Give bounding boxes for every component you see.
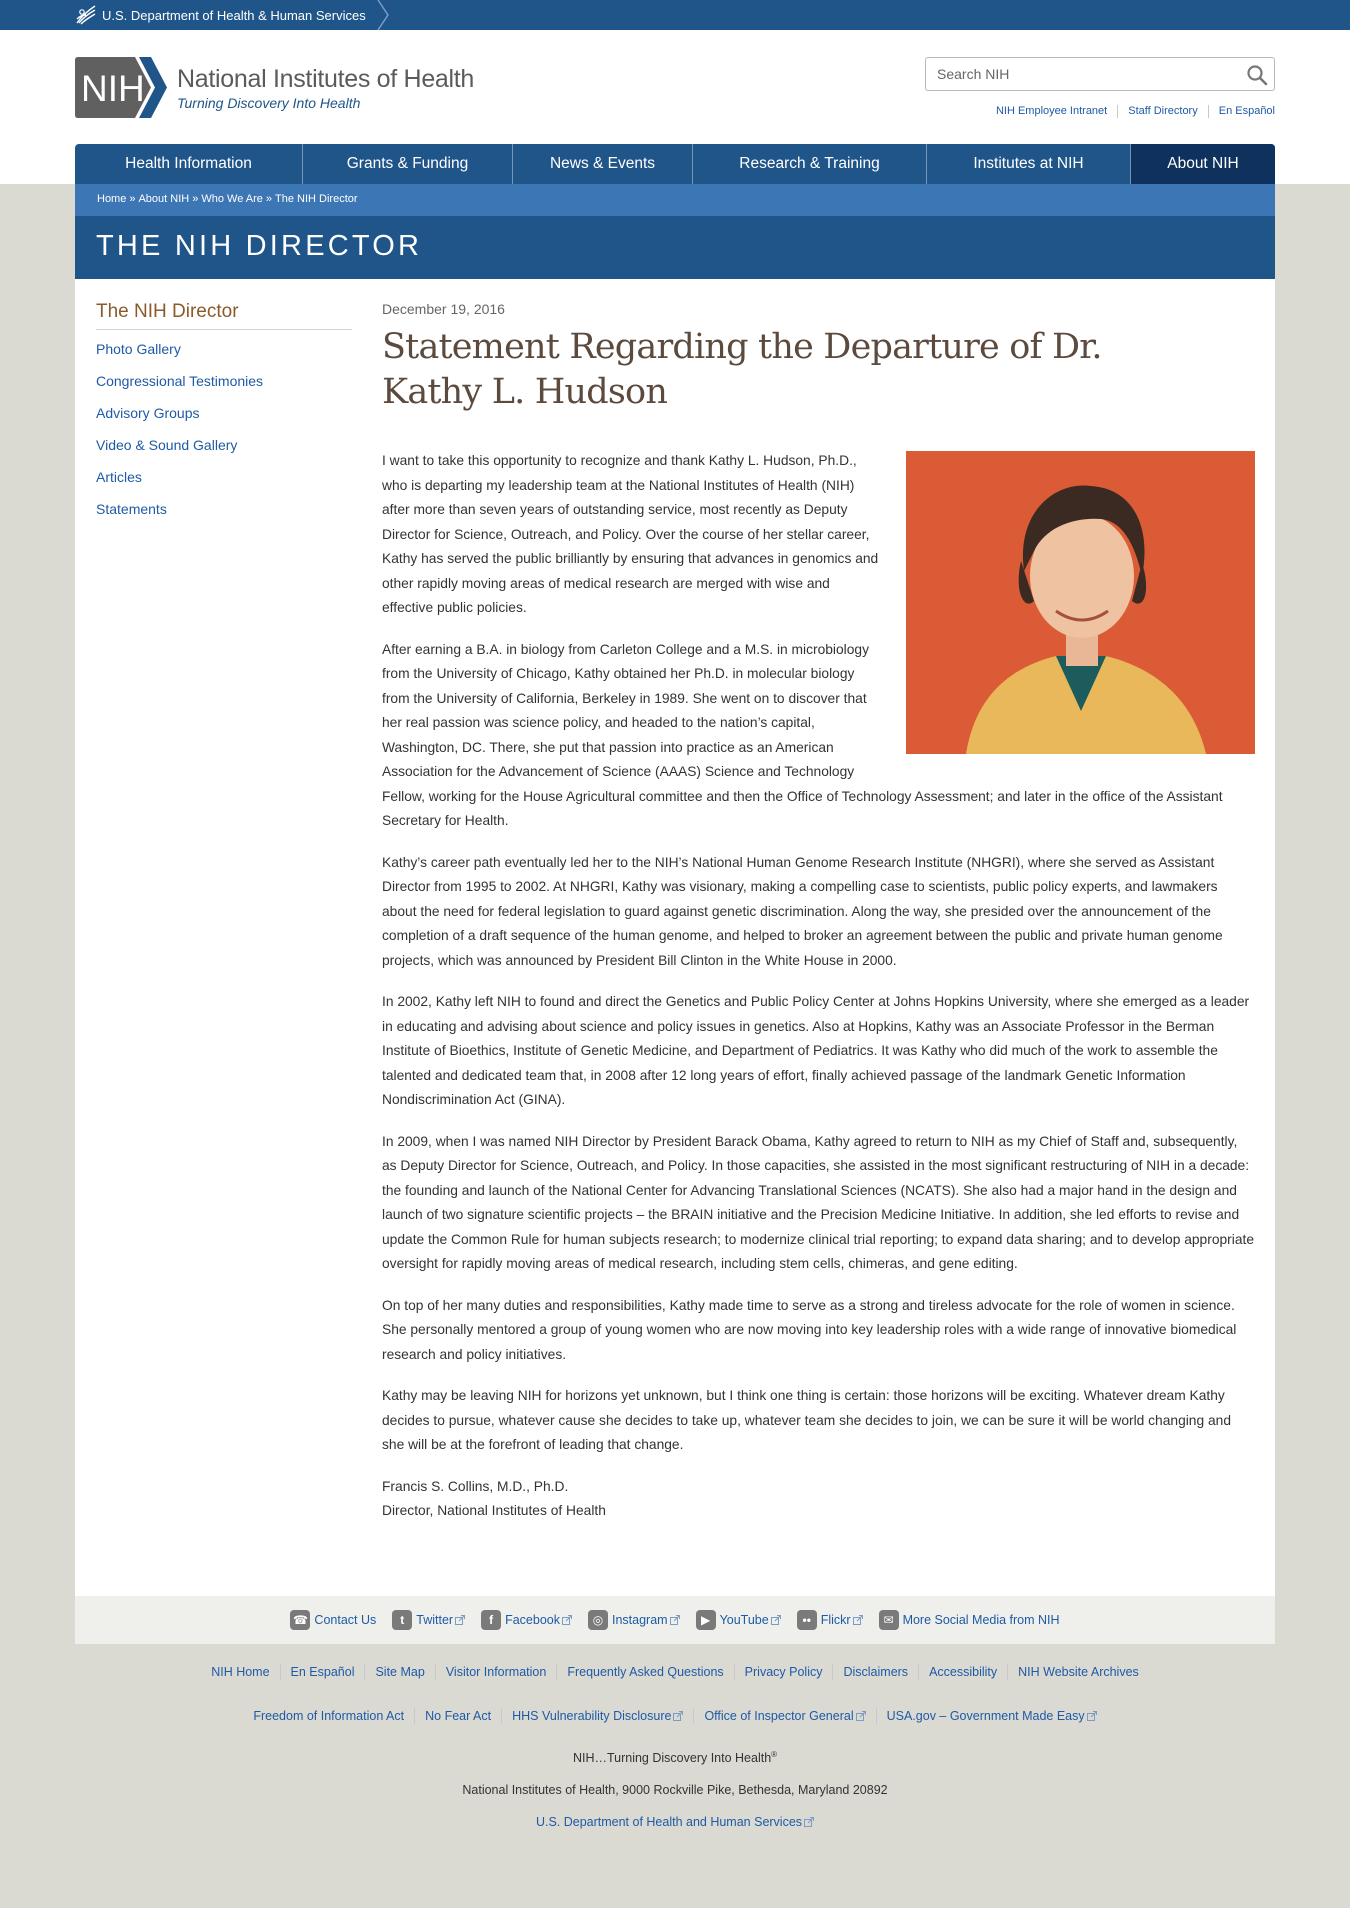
footer-link[interactable]: Visitor Information — [434, 1664, 557, 1680]
sidebar: The NIH Director Photo Gallery Congressi… — [96, 301, 352, 530]
footer-link[interactable]: Freedom of Information Act — [243, 1708, 414, 1724]
footer-link[interactable]: Privacy Policy — [733, 1664, 833, 1680]
breadcrumb-home[interactable]: Home — [97, 193, 126, 205]
article-paragraph: Kathy’s career path eventually led her t… — [382, 854, 1223, 968]
breadcrumb-band: Home» About NIH» Who We Are» The NIH Direct… — [75, 184, 1275, 216]
article-paragraph: Kathy may be leaving NIH for horizons ye… — [382, 1388, 1232, 1452]
external-link-icon — [804, 1817, 815, 1828]
footer-link[interactable]: NIH Home — [201, 1664, 279, 1680]
article-date: December 19, 2016 — [382, 301, 505, 317]
footer-link[interactable]: No Fear Act — [414, 1708, 501, 1724]
contact-us-link[interactable]: Contact Us — [314, 1613, 376, 1627]
nav-institutes[interactable]: Institutes at NIH — [927, 144, 1131, 184]
article-paragraph: On top of her many duties and responsibi… — [382, 1297, 1237, 1362]
hhs-eagle-icon — [76, 5, 96, 25]
chat-icon: ✉ — [878, 1610, 899, 1630]
nav-grants-funding[interactable]: Grants & Funding — [303, 144, 513, 184]
sidebar-item-statements[interactable]: Statements — [96, 501, 167, 517]
external-link-icon — [770, 1615, 781, 1625]
breadcrumb-about[interactable]: About NIH — [138, 193, 189, 205]
footer-link[interactable]: Office of Inspector General — [693, 1708, 875, 1724]
more-social-link[interactable]: More Social Media from NIH — [903, 1613, 1060, 1627]
external-link-icon — [855, 1711, 866, 1721]
hhs-bar: U.S. Department of Health & Human Servic… — [0, 0, 1350, 30]
flickr-icon: •• — [796, 1610, 817, 1630]
facebook-link[interactable]: Facebook — [505, 1613, 560, 1627]
hhs-footer-link[interactable]: U.S. Department of Health and Human Serv… — [536, 1815, 802, 1829]
sidebar-title: The NIH Director — [96, 301, 352, 330]
nav-about-nih[interactable]: About NIH — [1131, 144, 1275, 184]
logo-tagline: Turning Discovery Into Health — [177, 94, 361, 111]
footer-link[interactable]: HHS Vulnerability Disclosure — [501, 1708, 693, 1724]
instagram-link[interactable]: Instagram — [612, 1613, 668, 1627]
footer-address: National Institutes of Health, 9000 Rock… — [462, 1783, 888, 1798]
sidebar-item-advisory-groups[interactable]: Advisory Groups — [96, 405, 199, 421]
external-link-icon — [852, 1615, 863, 1625]
article-paragraph: In 2009, when I was named NIH Director b… — [382, 1133, 1255, 1272]
page-title: THE NIH DIRECTOR — [96, 230, 423, 262]
phone-icon: ☎ — [290, 1610, 311, 1630]
breadcrumb-who-we-are[interactable]: Who We Are — [201, 193, 263, 205]
youtube-link[interactable]: YouTube — [720, 1613, 769, 1627]
signature: Francis S. Collins, M.D., Ph.D. Director… — [382, 1475, 1255, 1524]
search-box — [925, 57, 1275, 91]
footer-link[interactable]: Disclaimers — [832, 1664, 918, 1680]
article-headline: Statement Regarding the Departure of Dr.… — [382, 327, 1102, 412]
article: December 19, 2016 Statement Regarding th… — [382, 301, 1255, 1524]
nih-logo[interactable]: NIH National Institutes of Health Turnin… — [75, 57, 474, 118]
footer-links-row-1: NIH Home En Español Site Map Visitor Inf… — [0, 1660, 1350, 1684]
site-footer: NIH Home En Español Site Map Visitor Inf… — [0, 1660, 1350, 1829]
nih-logo-mark: NIH — [75, 57, 167, 118]
footer-tagline: NIH…Turning Discovery Into Health® — [572, 1750, 778, 1766]
sidebar-item-photo-gallery[interactable]: Photo Gallery — [96, 341, 181, 357]
footer-link[interactable]: NIH Website Archives — [1007, 1664, 1149, 1680]
twitter-link[interactable]: Twitter — [416, 1613, 453, 1627]
footer-link[interactable]: Accessibility — [918, 1664, 1007, 1680]
title-band: THE NIH DIRECTOR — [75, 216, 1275, 279]
footer-links-row-2: Freedom of Information Act No Fear Act H… — [0, 1704, 1350, 1728]
youtube-icon: ▶ — [695, 1610, 716, 1630]
external-link-icon — [673, 1711, 684, 1721]
sidebar-item-articles[interactable]: Articles — [96, 469, 142, 485]
external-link-icon — [455, 1615, 466, 1625]
sidebar-item-congressional-testimonies[interactable]: Congressional Testimonies — [96, 373, 263, 389]
footer-link[interactable]: Site Map — [364, 1664, 434, 1680]
utility-links: NIH Employee Intranet Staff Directory En… — [986, 105, 1275, 118]
nih-logo-text: NIH — [81, 68, 145, 109]
footer-hhs: U.S. Department of Health and Human Serv… — [0, 1815, 1350, 1829]
nav-health-information[interactable]: Health Information — [75, 144, 303, 184]
search-icon[interactable] — [1246, 64, 1268, 86]
page-card: Home» About NIH» Who We Are» The NIH Direct… — [75, 184, 1275, 1644]
signature-name: Francis S. Collins, M.D., Ph.D. — [382, 1478, 569, 1494]
nav-news-events[interactable]: News & Events — [513, 144, 693, 184]
signature-title: Director, National Institutes of Health — [382, 1503, 606, 1518]
hhs-chevron-icon — [377, 0, 389, 30]
espanol-link[interactable]: En Español — [1207, 105, 1275, 118]
nav-research-training[interactable]: Research & Training — [693, 144, 927, 184]
external-link-icon — [561, 1615, 572, 1625]
external-link-icon — [669, 1615, 680, 1625]
footer-link[interactable]: En Español — [279, 1664, 365, 1680]
footer-link[interactable]: USA.gov – Government Made Easy — [875, 1708, 1107, 1724]
employee-intranet-link[interactable]: NIH Employee Intranet — [986, 105, 1117, 118]
flickr-link[interactable]: Flickr — [821, 1613, 851, 1627]
logo-title: National Institutes of Health — [177, 64, 475, 93]
footer-link[interactable]: Frequently Asked Questions — [556, 1664, 733, 1680]
hhs-link[interactable]: U.S. Department of Health & Human Servic… — [74, 0, 366, 30]
breadcrumb: Home» About NIH» Who We Are» The NIH Direct… — [97, 193, 358, 205]
facebook-icon: f — [481, 1610, 502, 1630]
external-link-icon — [1086, 1711, 1097, 1721]
main-nav: Health Information Grants & Funding News… — [75, 144, 1275, 184]
portrait-photo — [906, 451, 1255, 754]
staff-directory-link[interactable]: Staff Directory — [1117, 105, 1208, 118]
sidebar-item-video-sound-gallery[interactable]: Video & Sound Gallery — [96, 437, 237, 453]
search-input[interactable] — [937, 58, 1237, 90]
instagram-icon: ◎ — [587, 1610, 608, 1630]
breadcrumb-current: The NIH Director — [275, 193, 358, 205]
article-paragraph: In 2002, Kathy left NIH to found and dir… — [382, 994, 1250, 1107]
twitter-icon: t — [392, 1610, 413, 1630]
article-body: I want to take this opportunity to recog… — [382, 449, 1255, 1524]
social-band: ☎ Contact Us t Twitter f Facebook ◎ Instagra… — [75, 1596, 1275, 1644]
hhs-label: U.S. Department of Health & Human Servic… — [102, 7, 366, 23]
